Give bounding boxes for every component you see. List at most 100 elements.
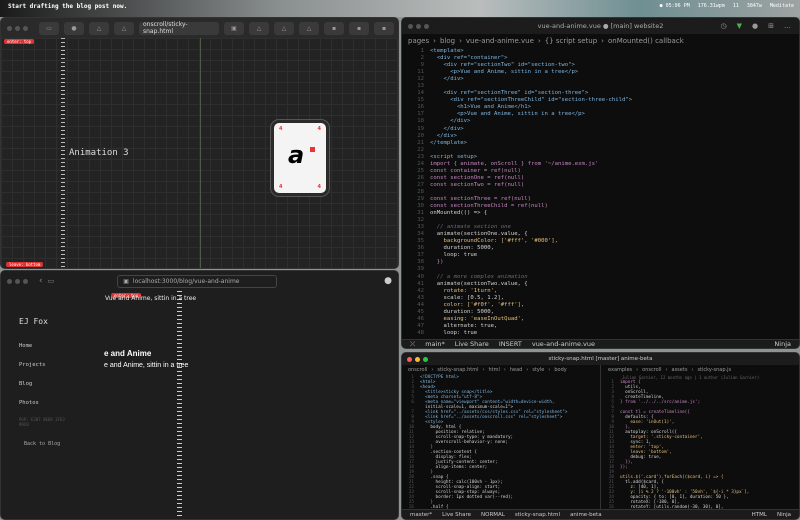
close-button[interactable] <box>408 23 413 29</box>
back-to-blog-link[interactable]: Back to Blog <box>24 441 60 447</box>
breadcrumb-item[interactable]: style <box>532 367 544 373</box>
github-tab[interactable]: ● <box>64 21 84 35</box>
code-line[interactable]: 18 </div> <box>404 118 799 125</box>
zoom-button[interactable] <box>23 25 28 31</box>
code-line[interactable]: 17 <p>Vue and Anime, sittin in a tree</p… <box>404 111 799 118</box>
breadcrumb-item[interactable]: sticky-snap.js <box>697 367 731 373</box>
code-line[interactable]: 20 </div> <box>404 133 799 140</box>
nav-blog[interactable]: Blog <box>19 381 46 387</box>
back-icon[interactable]: ‹ <box>39 276 43 286</box>
minimize-button[interactable] <box>416 23 421 29</box>
nav-photos[interactable]: Photos <box>19 400 46 406</box>
code-line[interactable]: 26 const sectionOne = ref(null) <box>404 175 799 182</box>
tab[interactable]: ▣ <box>224 21 244 35</box>
code-line[interactable]: 16 <h1>Vue and Anime</h1> <box>404 104 799 111</box>
meditate-button[interactable]: Meditate <box>770 3 794 9</box>
minimize-button[interactable] <box>15 25 20 31</box>
tab[interactable]: ▪ <box>349 21 369 35</box>
address-bar[interactable]: ▣ localhost:3000/blog/vue-and-anime <box>117 274 278 288</box>
tab[interactable]: △ <box>299 21 319 35</box>
code-line[interactable]: 37 loop: true <box>404 252 799 259</box>
code-line[interactable]: 40 // a more complex animation <box>404 274 799 281</box>
tab[interactable]: △ <box>114 21 134 35</box>
code-line[interactable]: 46 easing: 'easeInOutQuad', <box>404 316 799 323</box>
breadcrumb-item[interactable]: head <box>510 367 522 373</box>
code-line[interactable]: 32 <box>404 217 799 224</box>
live-share-button[interactable]: Live Share <box>442 512 471 518</box>
tab[interactable]: ▪ <box>374 21 394 35</box>
breadcrumb-item[interactable]: onscroll <box>408 367 427 373</box>
close-button[interactable] <box>7 25 12 31</box>
branch-indicator[interactable]: main* <box>425 340 445 348</box>
code-line[interactable]: 45 duration: 5000, <box>404 309 799 316</box>
code-line[interactable]: 24 import { animate, onScroll } from '~/a… <box>404 161 799 168</box>
code-line[interactable]: 27 const sectionTwo = ref(null) <box>404 182 799 189</box>
code-line[interactable]: 35 backgroundColor: ['#fff', '#000'], <box>404 238 799 245</box>
tab[interactable]: △ <box>89 21 109 35</box>
breadcrumb-item[interactable]: html <box>488 367 499 373</box>
code-line[interactable]: 11 <p>Vue and Anime, sittin in a tree</p… <box>404 69 799 76</box>
code-line[interactable]: 44 color: ['#f0f', '#fff'], <box>404 302 799 309</box>
code-line[interactable]: 22 <box>404 147 799 154</box>
zoom-button[interactable] <box>424 23 429 29</box>
code-line[interactable]: 31 onMounted(() => { <box>404 210 799 217</box>
more-icon[interactable]: … <box>784 22 791 30</box>
breadcrumb-item[interactable]: body <box>554 367 566 373</box>
code-line[interactable]: 12 </div> <box>404 76 799 83</box>
code-line[interactable]: 33 // animate section one <box>404 224 799 231</box>
code-line[interactable]: 9 <div ref="sectionTwo" id="section-two"… <box>404 62 799 69</box>
active-tab[interactable]: onscroll/sticky-snap.html <box>139 21 219 35</box>
breadcrumb-item[interactable]: {} script setup <box>545 37 597 45</box>
code-line[interactable]: 34 animate(sectionOne.value, { <box>404 231 799 238</box>
breadcrumb-item[interactable]: assets <box>672 367 688 373</box>
code-line[interactable]: 48 loop: true <box>404 330 799 337</box>
sidebar-toggle-icon[interactable]: ▭ <box>39 21 59 35</box>
breadcrumb-item[interactable]: examples <box>608 367 632 373</box>
nav-home[interactable]: Home <box>19 343 46 349</box>
copilot-icon[interactable]: ⊞ <box>768 22 774 30</box>
close-button[interactable] <box>7 278 12 284</box>
code-line[interactable]: 29 const sectionThree = ref(null) <box>404 196 799 203</box>
code-line[interactable]: 23 <script setup> <box>404 154 799 161</box>
close-button[interactable] <box>407 356 412 362</box>
code-line[interactable]: 47 alternate: true, <box>404 323 799 330</box>
nav-projects[interactable]: Projects <box>19 362 46 368</box>
site-title[interactable]: EJ Fox <box>19 317 48 326</box>
vue-icon[interactable]: ▼ <box>737 22 742 30</box>
code-line[interactable]: 21 </template> <box>404 140 799 147</box>
extension-icon[interactable]: ● <box>384 276 392 286</box>
breadcrumb-item[interactable]: blog <box>440 37 455 45</box>
code-line[interactable]: 30 const sectionThreeChild = ref(null) <box>404 203 799 210</box>
minimize-button[interactable] <box>415 356 420 362</box>
breadcrumb-item[interactable]: onMounted() callback <box>608 37 684 45</box>
code-line[interactable]: 39 <box>404 266 799 273</box>
breadcrumb-item[interactable]: pages <box>408 37 429 45</box>
code-line[interactable]: 1 <template> <box>404 48 799 55</box>
tab[interactable]: ▪ <box>324 21 344 35</box>
tab[interactable]: △ <box>249 21 269 35</box>
code-line[interactable]: 36 duration: 5000, <box>404 245 799 252</box>
code-line[interactable]: 25 const container = ref(null) <box>404 168 799 175</box>
code-line[interactable]: 42 rotate: '1turn', <box>404 288 799 295</box>
code-line[interactable]: 38 }) <box>404 259 799 266</box>
dot-icon[interactable]: ● <box>752 22 758 30</box>
zoom-button[interactable] <box>423 356 428 362</box>
code-line[interactable]: 43 scale: [0.5, 1.2], <box>404 295 799 302</box>
language-mode[interactable]: HTML <box>752 512 767 518</box>
breadcrumb-item[interactable]: sticky-snap.html <box>437 367 478 373</box>
code-line[interactable]: 14 <div ref="sectionThree" id="section-t… <box>404 90 799 97</box>
code-line[interactable]: 2 <div ref="container"> <box>404 55 799 62</box>
breadcrumb-item[interactable]: onscroll <box>642 367 661 373</box>
code-area[interactable]: 1 <template> 2 <div ref="container"> 9 <div… <box>402 48 799 337</box>
code-area[interactable]: 1 <!DOCTYPE html> 2 <html> 3 <head> 4 <title>s… <box>402 375 600 509</box>
zoom-button[interactable] <box>23 278 28 284</box>
code-line[interactable]: 13 <box>404 83 799 90</box>
branch-indicator[interactable]: master* <box>410 512 432 518</box>
tab[interactable]: △ <box>274 21 294 35</box>
code-line[interactable]: 15 <div ref="sectionThreeChild" id="sect… <box>404 97 799 104</box>
code-line[interactable]: 41 animate(sectionTwo.value, { <box>404 281 799 288</box>
ninja-button[interactable]: Ninja <box>777 512 791 518</box>
breadcrumb-item[interactable]: vue-and-anime.vue <box>466 37 534 45</box>
tabs-icon[interactable]: ▭ <box>48 277 55 285</box>
live-share-button[interactable]: Live Share <box>455 340 489 348</box>
